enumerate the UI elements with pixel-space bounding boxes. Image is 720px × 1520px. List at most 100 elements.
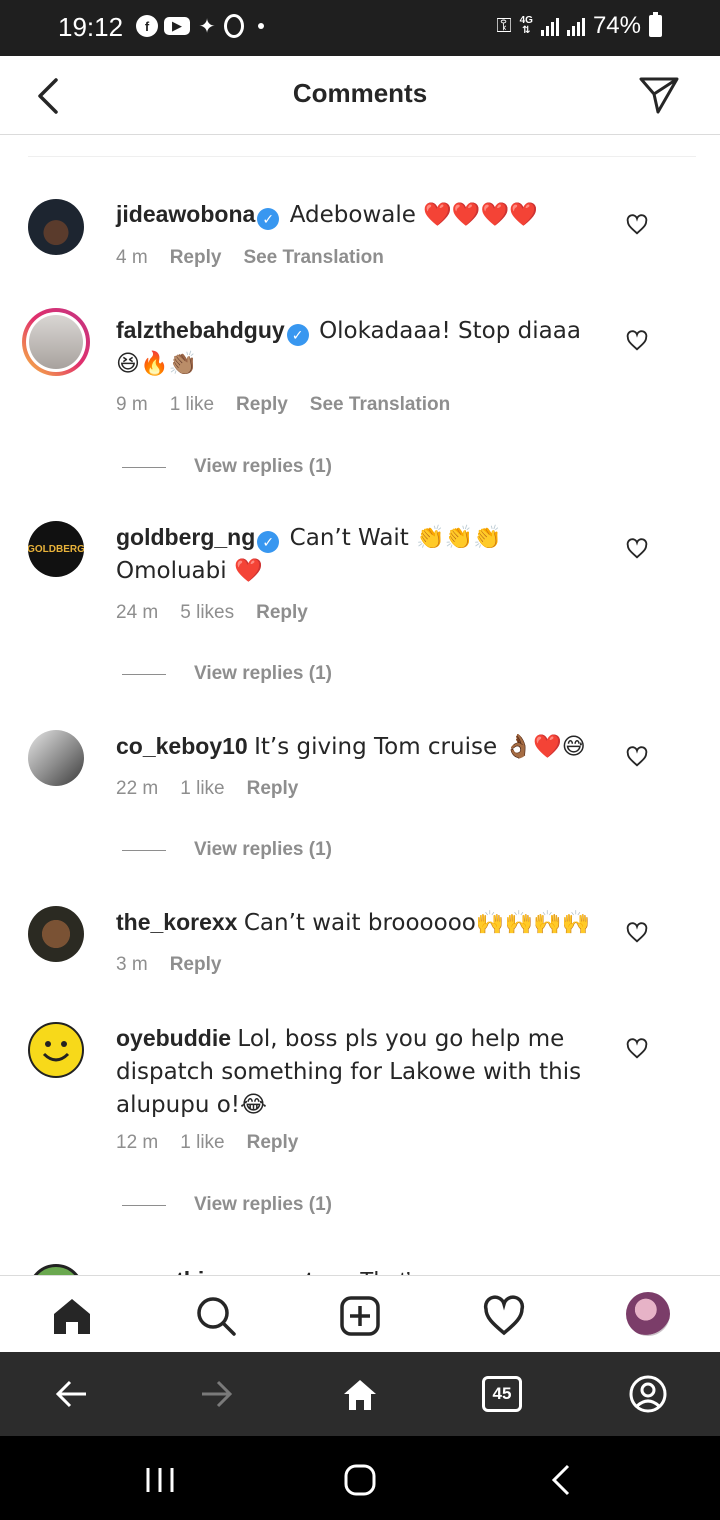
avatar[interactable] (28, 906, 84, 962)
comment-username[interactable]: everythingpropertyng (116, 1267, 354, 1275)
new-post-icon[interactable] (338, 1294, 382, 1338)
comment-username[interactable]: the_korexx (116, 909, 237, 935)
reply-button[interactable]: Reply (170, 954, 222, 976)
verified-badge-icon: ✓ (286, 324, 309, 346)
send-icon[interactable] (638, 74, 680, 116)
verified-badge-icon: ✓ (257, 531, 280, 553)
system-navigation-bar (0, 1436, 720, 1520)
like-heart-icon[interactable] (626, 214, 648, 236)
comment-body: goldberg_ng ✓ Can’t Wait 👏👏👏 Omoluabi ❤️ (116, 521, 596, 587)
facebook-icon: f (136, 15, 158, 37)
comment-time: 4 m (116, 247, 148, 268)
page-title: Comments (292, 78, 428, 108)
network-type: 4G ⇅ (519, 15, 533, 36)
status-bar: 19:12 f ▶ ✦ ⚿ 4G ⇅ 74% (0, 0, 720, 56)
comment-time: 22 m (116, 778, 159, 799)
tabs-count: 45 (492, 1384, 512, 1403)
comment-text: It’s giving Tom cruise 👌🏾❤️😅 (254, 734, 586, 760)
comment-time: 24 m (116, 602, 159, 623)
battery-percent: 74% (592, 12, 641, 39)
like-count[interactable]: 1 like (180, 1132, 224, 1154)
comment-meta: 24 m 5 likes Reply (116, 602, 308, 624)
comment-username[interactable]: co_keboy10 (116, 733, 248, 759)
comment-body: the_korexx Can’t wait broooooo🙌🙌🙌🙌 (116, 906, 596, 939)
avatar[interactable] (28, 1264, 84, 1275)
status-notification-icons: f ▶ ✦ (136, 14, 264, 38)
comment-body: falzthebahdguy ✓ Olokadaaa! Stop diaaa 😆🔥… (116, 314, 596, 380)
comment-time: 9 m (116, 394, 148, 415)
bottom-tab-bar (0, 1275, 720, 1352)
view-replies-button[interactable]: View replies (1) (122, 663, 332, 685)
goldberg-logo: GOLDBERG (28, 543, 84, 555)
avatar[interactable] (28, 730, 84, 786)
reply-button[interactable]: Reply (236, 394, 288, 416)
opera-icon (224, 14, 244, 38)
home-icon[interactable] (50, 1294, 94, 1338)
comment-time: 12 m (116, 1132, 159, 1153)
avatar (29, 315, 83, 369)
comment-body: co_keboy10 It’s giving Tom cruise 👌🏾❤️😅 (116, 730, 596, 763)
battery-icon (649, 12, 662, 37)
forward-arrow-icon[interactable] (194, 1372, 238, 1416)
more-notifications-dot (258, 23, 264, 29)
signal-icon-2 (566, 16, 585, 36)
comments-list: jideawobona ✓ Adebowale ❤️❤️❤️❤️ 4 m Repl… (0, 190, 720, 1275)
comment-username[interactable]: goldberg_ng (116, 524, 255, 550)
twitter-icon: ✦ (198, 15, 216, 38)
comment-meta: 4 m Reply See Translation (116, 247, 384, 269)
system-back-icon[interactable] (542, 1462, 582, 1498)
divider (28, 156, 696, 157)
vpn-key-icon: ⚿ (496, 14, 512, 37)
like-heart-icon[interactable] (626, 1038, 648, 1060)
signal-icon (540, 16, 559, 36)
comment-body: everythingpropertyng That’s some (116, 1264, 596, 1275)
view-replies-button[interactable]: View replies (1) (122, 1194, 332, 1216)
see-translation-button[interactable]: See Translation (310, 394, 450, 416)
youtube-icon: ▶ (164, 17, 190, 35)
activity-heart-icon[interactable] (482, 1294, 526, 1338)
verified-badge-icon: ✓ (257, 208, 280, 230)
comment-body: oyebuddie Lol, boss pls you go help me d… (116, 1022, 596, 1121)
see-translation-button[interactable]: See Translation (243, 247, 383, 269)
like-heart-icon[interactable] (626, 922, 648, 944)
comment-meta: 22 m 1 like Reply (116, 778, 298, 800)
account-icon[interactable] (626, 1372, 670, 1416)
recent-apps-icon[interactable] (140, 1462, 180, 1498)
reply-button[interactable]: Reply (170, 247, 222, 269)
avatar[interactable] (28, 199, 84, 255)
status-time: 19:12 (58, 12, 124, 42)
reply-button[interactable]: Reply (256, 602, 308, 624)
home-button-icon[interactable] (340, 1462, 380, 1498)
avatar[interactable]: GOLDBERG (28, 521, 84, 577)
back-arrow-icon[interactable] (50, 1372, 94, 1416)
avatar-story-ring[interactable] (22, 308, 90, 376)
profile-avatar[interactable] (626, 1292, 670, 1336)
like-heart-icon[interactable] (626, 538, 648, 560)
reply-button[interactable]: Reply (247, 1132, 299, 1154)
reply-button[interactable]: Reply (247, 778, 299, 800)
comment-username[interactable]: jideawobona (116, 201, 255, 227)
tabs-icon[interactable]: 45 (482, 1376, 522, 1412)
comment-username[interactable]: oyebuddie (116, 1025, 231, 1051)
home-icon[interactable] (338, 1372, 382, 1416)
like-count[interactable]: 5 likes (180, 602, 234, 624)
comment-text: Can’t wait broooooo🙌🙌🙌🙌 (243, 910, 591, 936)
search-icon[interactable] (194, 1294, 238, 1338)
comment-username[interactable]: falzthebahdguy (116, 317, 285, 343)
status-right: ⚿ 4G ⇅ 74% (496, 12, 662, 40)
view-replies-button[interactable]: View replies (1) (122, 456, 332, 478)
comment-text: Adebowale ❤️❤️❤️❤️ (289, 202, 538, 228)
like-count[interactable]: 1 like (170, 394, 214, 416)
comment-meta: 9 m 1 like Reply See Translation (116, 394, 450, 416)
like-heart-icon[interactable] (626, 746, 648, 768)
comment-meta: 12 m 1 like Reply (116, 1132, 298, 1154)
comment-text: That’s some (360, 1267, 485, 1275)
comment-time: 3 m (116, 954, 148, 975)
like-heart-icon[interactable] (626, 330, 648, 352)
avatar[interactable] (28, 1022, 84, 1078)
smiley-face-icon (42, 1041, 70, 1062)
view-replies-button[interactable]: View replies (1) (122, 839, 332, 861)
like-count[interactable]: 1 like (180, 778, 224, 800)
comment-body: jideawobona ✓ Adebowale ❤️❤️❤️❤️ (116, 198, 596, 231)
comment-meta: 3 m Reply (116, 954, 221, 976)
